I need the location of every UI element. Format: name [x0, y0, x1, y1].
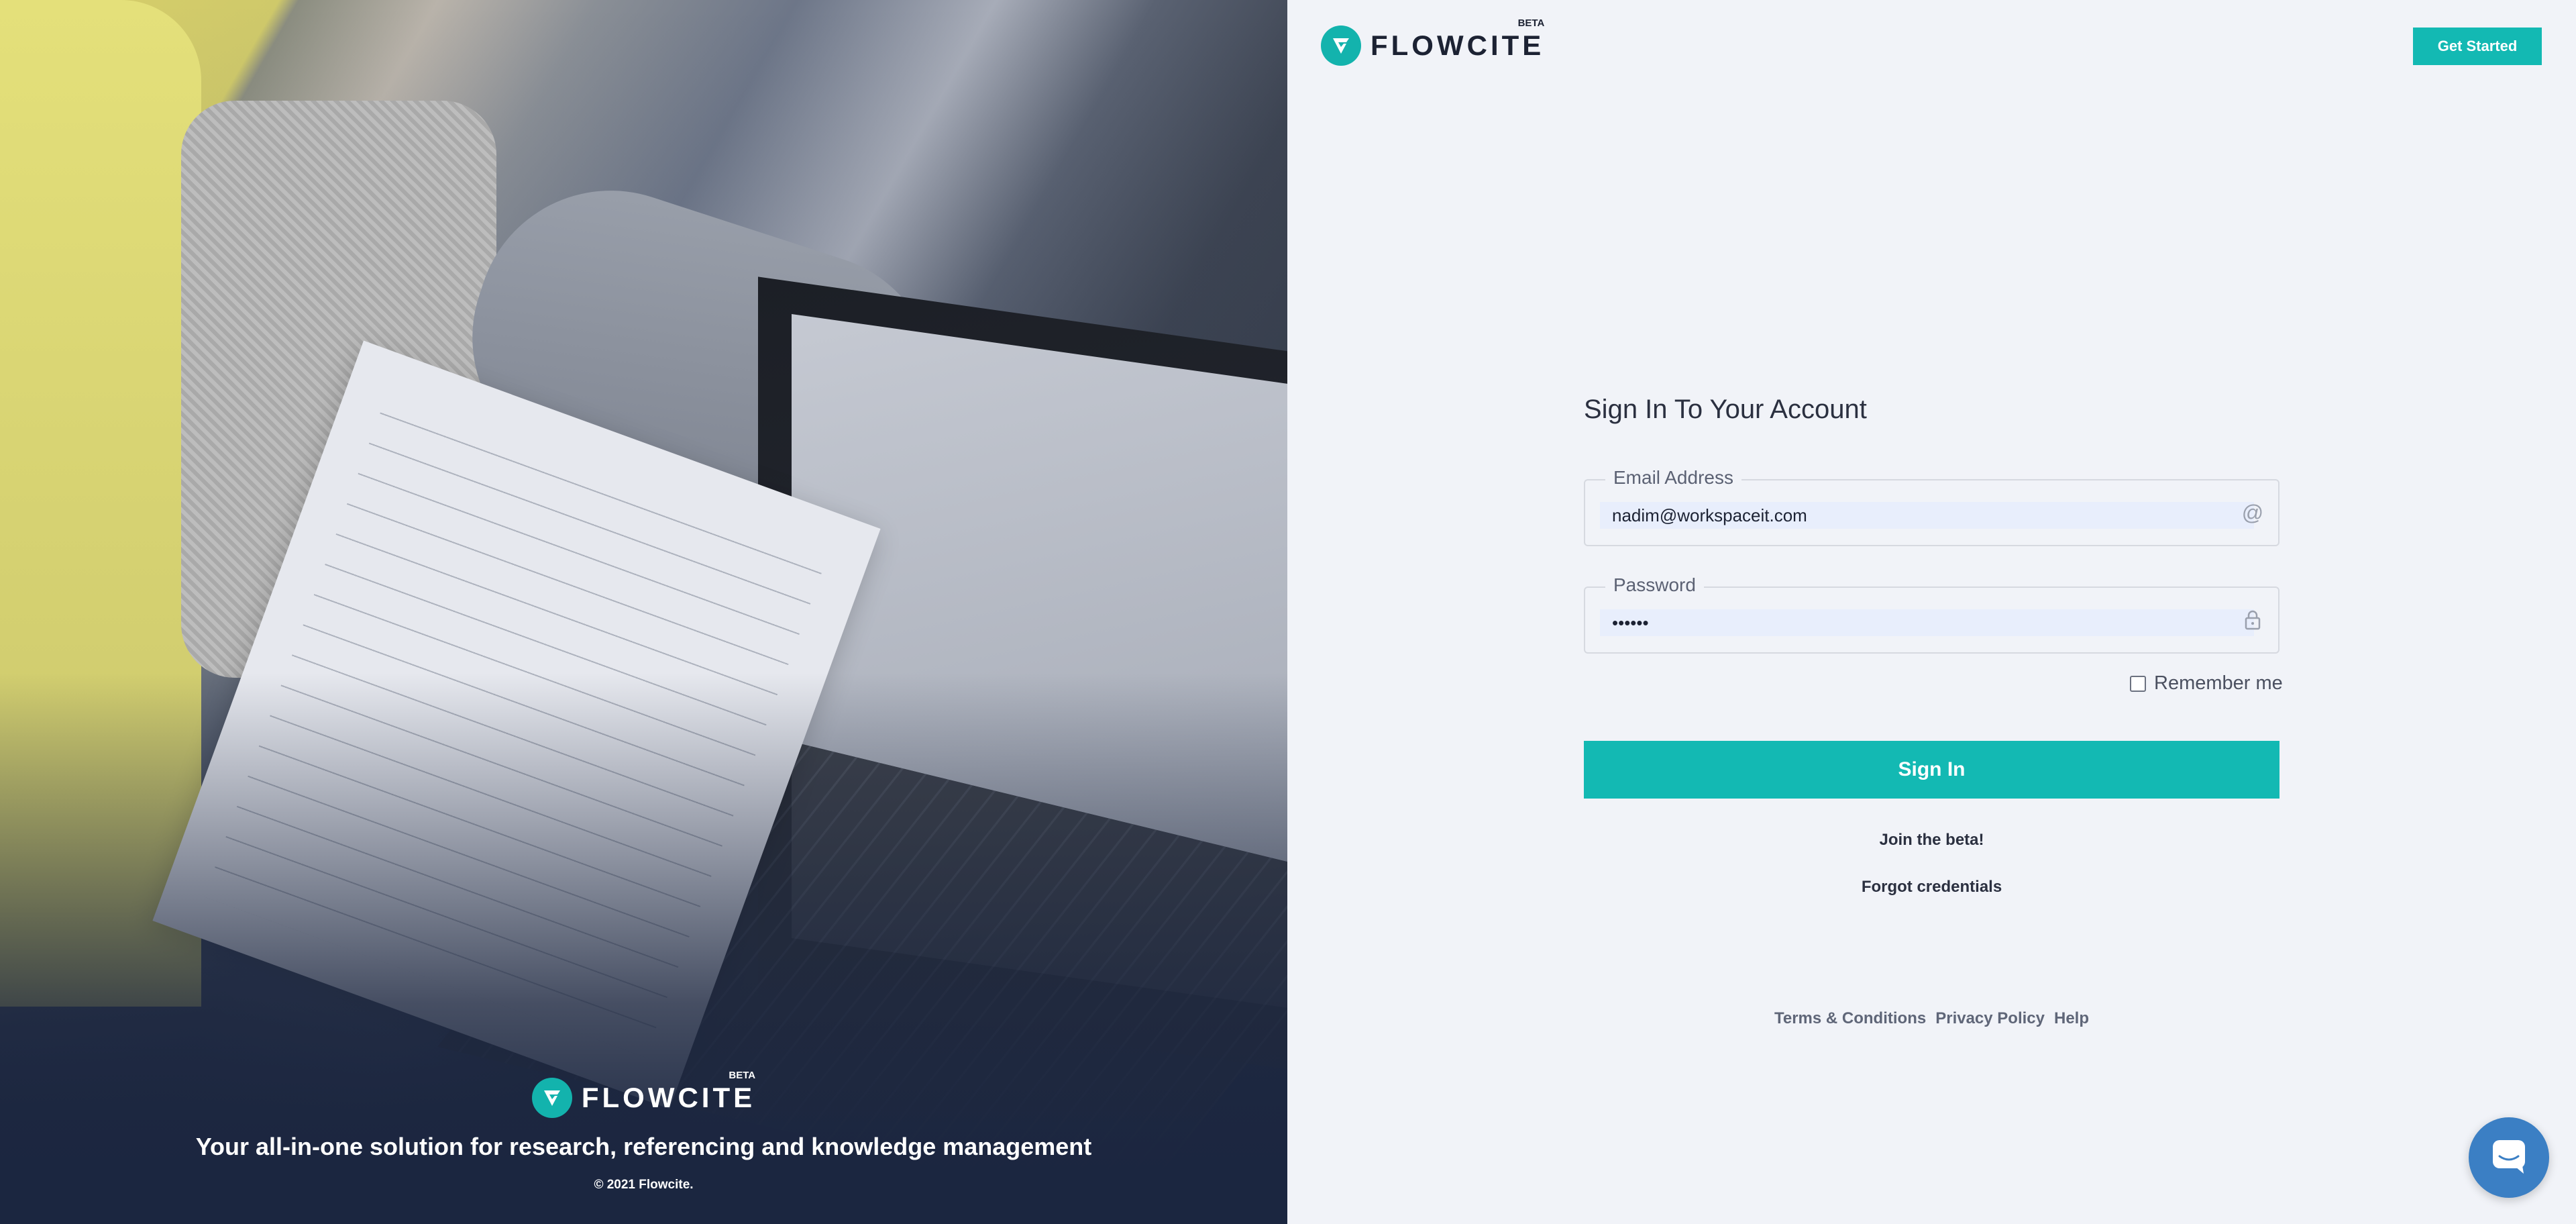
password-field: Password [1584, 574, 2279, 654]
email-field: Email Address @ [1584, 467, 2279, 546]
get-started-button[interactable]: Get Started [2413, 28, 2542, 65]
flowcite-logo-icon [1321, 26, 1361, 66]
hero-panel: FLOWCITE BETA Your all-in-one solution f… [0, 0, 1287, 1224]
remember-me-checkbox[interactable] [2130, 675, 2146, 692]
header-beta-badge: BETA [1517, 17, 1545, 29]
hero-beta-badge: BETA [729, 1070, 756, 1081]
header-logo[interactable]: FLOWCITE BETA [1321, 17, 1545, 66]
flowcite-logo-icon [531, 1078, 572, 1118]
hero-overlay [0, 0, 1287, 1224]
footer-links: Terms & Conditions Privacy Policy Help [1584, 1009, 2279, 1028]
remember-me-label[interactable]: Remember me [2154, 672, 2283, 695]
sign-in-button[interactable]: Sign In [1584, 741, 2279, 799]
help-link[interactable]: Help [2054, 1009, 2089, 1028]
remember-me[interactable]: Remember me [2130, 672, 2283, 695]
password-label: Password [1605, 574, 1704, 596]
at-icon: @ [2241, 500, 2264, 525]
password-input[interactable] [1600, 609, 2254, 636]
header-logo-wordmark: FLOWCITE BETA [1371, 17, 1545, 61]
hero-copyright: © 2021 Flowcite. [594, 1178, 694, 1192]
email-label: Email Address [1605, 467, 1741, 489]
email-input[interactable] [1600, 502, 2254, 529]
sign-in-title: Sign In To Your Account [1584, 395, 1867, 424]
hero-tagline: Your all-in-one solution for research, r… [195, 1133, 1092, 1160]
terms-link[interactable]: Terms & Conditions [1774, 1009, 1926, 1028]
chat-icon [2489, 1136, 2529, 1180]
hero-logo-wordmark: FLOWCITE BETA [581, 1070, 756, 1113]
privacy-link[interactable]: Privacy Policy [1935, 1009, 2045, 1028]
lock-icon [2239, 607, 2266, 633]
hero-logo: FLOWCITE BETA [0, 1070, 1287, 1118]
join-beta-link[interactable]: Join the beta! [1584, 831, 2279, 850]
chat-launcher-button[interactable] [2469, 1117, 2549, 1198]
forgot-credentials-link[interactable]: Forgot credentials [1584, 878, 2279, 897]
